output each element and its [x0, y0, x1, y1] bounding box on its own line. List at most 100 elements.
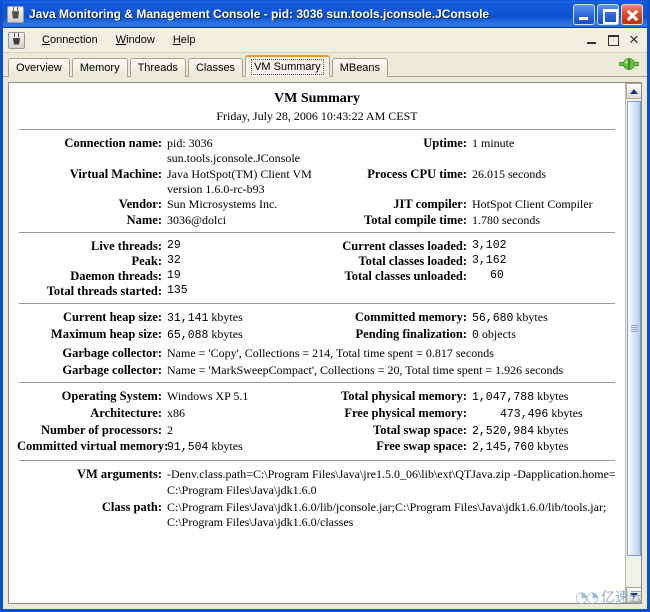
minimize-icon: [574, 5, 594, 24]
field-label: Total classes loaded:: [358, 254, 467, 269]
field-maximum-heap-size: Maximum heap size: 65,088 kbytes: [17, 327, 317, 344]
close-icon: [622, 5, 642, 24]
field-label: Pending finalization:: [355, 326, 467, 341]
field-value: C:\Program Files\Java\jdk1.6.0/lib/jcons…: [167, 499, 607, 530]
menu-item-window[interactable]: Window: [107, 31, 164, 49]
menu-item-help[interactable]: Help: [164, 31, 205, 49]
vertical-scrollbar[interactable]: [625, 83, 641, 603]
field-live-threads: Live threads: 29: [17, 239, 317, 254]
menu-connection-rest: onnection: [49, 34, 98, 46]
divider: [19, 382, 615, 384]
internal-minimize-button[interactable]: [583, 31, 601, 48]
summary-row: Architecture: x86 Free physical memory: …: [17, 406, 617, 423]
field-number: 473,496: [500, 408, 549, 422]
field-label: Uptime:: [423, 136, 467, 150]
tab-threads[interactable]: Threads: [129, 58, 186, 77]
field-number-of-processors: Number of processors: 2: [17, 423, 317, 438]
field-number: 91,504: [167, 441, 209, 455]
field-value: 3,102: [472, 239, 507, 253]
field-total-threads-started: Total threads started: 135: [17, 284, 317, 299]
field-label: Free swap space:: [376, 439, 467, 454]
java-coffee-cup-icon: [7, 5, 24, 23]
section-threads-classes: Live threads: 29 Current classes loaded:…: [17, 239, 617, 299]
scroll-down-icon: [630, 592, 638, 598]
field-value: 2,145,760 kbytes: [472, 439, 617, 456]
field-unit: objects: [478, 326, 516, 341]
connection-status-icon[interactable]: [619, 56, 639, 72]
summary-row: Vendor: Sun Microsystems Inc. JIT compil…: [17, 197, 617, 212]
tab-vm-summary-label: VM Summary: [251, 58, 324, 75]
field-virtual-machine: Virtual Machine: Java HotSpot(TM) Client…: [17, 167, 317, 198]
field-unit: kbytes: [534, 439, 569, 454]
tab-memory[interactable]: Memory: [71, 58, 128, 77]
summary-row: Connection name: pid: 3036 sun.tools.jco…: [17, 136, 617, 167]
field-free-swap-space: Free swap space: 2,145,760 kbytes: [317, 439, 617, 456]
field-label: Free physical memory:: [344, 406, 467, 421]
field-unit: kbytes: [534, 389, 569, 404]
java-app-icon: [8, 31, 25, 49]
scroll-up-button[interactable]: [626, 83, 641, 99]
window-title: Java Monitoring & Management Console - p…: [29, 7, 490, 21]
field-number: 0: [472, 328, 479, 342]
tab-overview[interactable]: Overview: [8, 58, 70, 77]
divider: [19, 232, 615, 234]
field-value: 1,047,788 kbytes: [472, 389, 617, 406]
vm-summary-document: VM Summary Friday, July 28, 2006 10:43:2…: [9, 83, 625, 531]
field-current-heap-size: Current heap size: 31,141 kbytes: [17, 310, 317, 327]
summary-row: Number of processors: 2 Total swap space…: [17, 423, 617, 440]
field-label: Peak:: [131, 254, 162, 269]
field-value: 32: [167, 254, 181, 268]
field-value: Java HotSpot(TM) Client VM version 1.6.0…: [167, 166, 312, 197]
divider: [19, 303, 615, 305]
field-value: 60: [490, 269, 504, 283]
field-label: Virtual Machine:: [69, 166, 162, 181]
summary-row: Maximum heap size: 65,088 kbytes Pending…: [17, 327, 617, 344]
tab-vm-summary[interactable]: VM Summary: [245, 55, 330, 77]
application-window: Java Monitoring & Management Console - p…: [0, 0, 650, 612]
field-label: VM arguments:: [76, 467, 162, 482]
field-total-compile-time: Total compile time: 1.780 seconds: [317, 213, 617, 228]
field-uptime: Uptime: 1 minute: [317, 136, 617, 151]
field-label: Maximum heap size:: [50, 326, 162, 341]
field-value: 26.015 seconds: [472, 166, 546, 181]
internal-close-button[interactable]: ✕: [625, 31, 643, 48]
scroll-down-button[interactable]: [626, 587, 641, 603]
field-value: -Denv.class.path=C:\Program Files\Java\j…: [167, 467, 616, 497]
field-unit: kbytes: [548, 406, 583, 421]
divider: [19, 129, 615, 130]
tab-classes[interactable]: Classes: [187, 58, 244, 77]
field-value: 135: [167, 284, 188, 298]
section-operating-system: Operating System: Windows XP 5.1 Total p…: [17, 389, 617, 456]
field-value: 91,504 kbytes: [167, 439, 317, 456]
field-unit: kbytes: [208, 326, 243, 341]
field-label: Current heap size:: [62, 310, 162, 325]
scrollbar-thumb[interactable]: [627, 101, 641, 556]
field-value: 1.780 seconds: [472, 212, 540, 227]
window-close-button[interactable]: [621, 3, 643, 25]
field-total-physical-memory: Total physical memory: 1,047,788 kbytes: [317, 389, 617, 406]
field-label: Daemon threads:: [70, 269, 162, 284]
field-label: JIT compiler:: [393, 197, 467, 212]
field-value: 3,162: [472, 254, 507, 268]
field-committed-memory: Committed memory: 56,680 kbytes: [317, 310, 617, 327]
window-minimize-button[interactable]: [573, 3, 595, 25]
field-value: 1 minute: [472, 136, 515, 150]
field-total-classes-loaded: Total classes loaded: 3,162: [317, 254, 617, 269]
summary-row: Operating System: Windows XP 5.1 Total p…: [17, 389, 617, 406]
field-value: 2,520,984 kbytes: [472, 423, 617, 440]
summary-row: Current heap size: 31,141 kbytes Committ…: [17, 310, 617, 327]
field-label: Vendor:: [118, 197, 162, 212]
field-value: Name = 'Copy', Collections = 214, Total …: [167, 345, 494, 360]
field-label: Number of processors:: [40, 422, 162, 437]
internal-restore-button[interactable]: [604, 31, 622, 48]
field-value: pid: 3036 sun.tools.jconsole.JConsole: [167, 136, 301, 166]
field-vendor: Vendor: Sun Microsystems Inc.: [17, 197, 317, 212]
window-maximize-button[interactable]: [597, 3, 619, 25]
field-value: 56,680 kbytes: [472, 310, 617, 327]
menu-bar: Connection Window Help ✕: [3, 28, 647, 53]
field-label: Name:: [126, 212, 162, 227]
field-number: 1,047,788: [472, 391, 535, 405]
menu-item-connection[interactable]: Connection: [33, 31, 107, 49]
tab-mbeans[interactable]: MBeans: [331, 58, 389, 77]
vm-summary-scroll-pane: VM Summary Friday, July 28, 2006 10:43:2…: [9, 83, 625, 603]
